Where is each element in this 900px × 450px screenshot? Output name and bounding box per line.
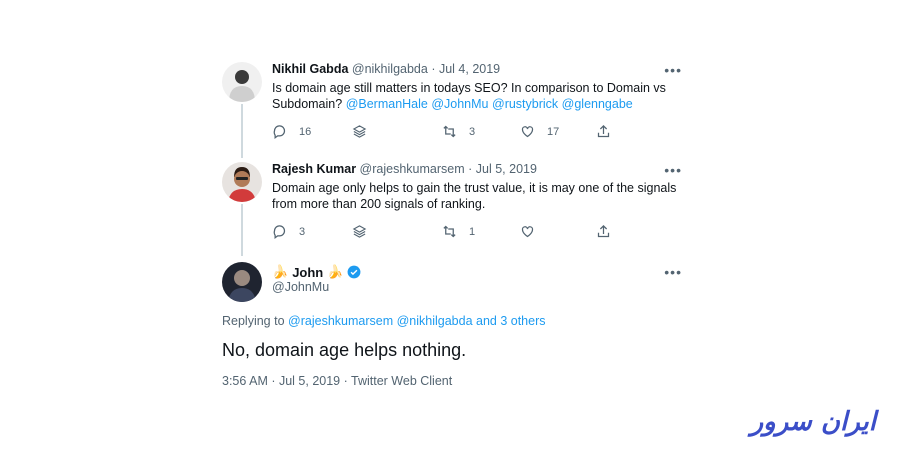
- verified-badge-icon: [348, 265, 361, 279]
- reply-button[interactable]: 3: [272, 224, 305, 239]
- reply-count: 3: [299, 225, 306, 238]
- retweet-icon: [443, 225, 456, 238]
- mention-link[interactable]: @JohnMu: [431, 97, 488, 111]
- reply-icon: [273, 225, 286, 239]
- reply-count: 16: [299, 125, 312, 138]
- avatar[interactable]: [222, 262, 262, 302]
- tweet-date[interactable]: Jul 4, 2019: [439, 62, 500, 76]
- share-button[interactable]: [596, 124, 611, 139]
- tweet-nikhil[interactable]: Nikhil Gabda @nikhilgabda · Jul 4, 2019 …: [222, 62, 682, 142]
- heart-icon: [521, 226, 534, 238]
- tweet-header: Nikhil Gabda @nikhilgabda · Jul 4, 2019: [272, 62, 501, 76]
- layers-icon: [352, 225, 367, 238]
- main-tweet-text: No, domain age helps nothing.: [222, 340, 467, 360]
- banana-emoji: 🍌: [272, 264, 289, 279]
- main-tweet: 🍌 John 🍌 @JohnMu •••: [222, 262, 682, 302]
- share-button[interactable]: [596, 224, 611, 239]
- author-handle[interactable]: @nikhilgabda: [352, 62, 428, 76]
- replying-to: Replying to @rajeshkumarsem @nikhilgabda…: [222, 314, 546, 328]
- author-handle[interactable]: @rajeshkumarsem: [360, 162, 465, 176]
- layers-icon: [352, 125, 367, 138]
- thread-button[interactable]: [352, 224, 367, 239]
- mention-link[interactable]: @BermanHale: [346, 97, 428, 111]
- more-horizontal-icon[interactable]: •••: [664, 264, 682, 280]
- tweet-text: Domain age only helps to gain the trust …: [272, 181, 677, 211]
- retweet-button[interactable]: 3: [442, 124, 475, 139]
- share-icon: [597, 224, 610, 238]
- mention-link[interactable]: @glenngabe: [562, 97, 633, 111]
- replying-to-link[interactable]: @rajeshkumarsem @nikhilgabda and 3 other…: [288, 314, 545, 328]
- retweet-count: 3: [469, 125, 476, 138]
- avatar[interactable]: [222, 62, 262, 102]
- like-count: 17: [547, 125, 560, 138]
- heart-icon: [521, 126, 534, 138]
- retweet-icon: [443, 125, 456, 138]
- thread-button[interactable]: [352, 124, 367, 139]
- retweet-count: 1: [469, 225, 476, 238]
- mention-link[interactable]: @rustybrick: [492, 97, 558, 111]
- author-name[interactable]: Rajesh Kumar: [272, 162, 356, 176]
- tweet-actions: 16 3 17: [272, 124, 622, 140]
- banana-emoji: 🍌: [327, 264, 344, 279]
- avatar[interactable]: [222, 162, 262, 202]
- tweet-rajesh[interactable]: Rajesh Kumar @rajeshkumarsem · Jul 5, 20…: [222, 162, 682, 242]
- share-icon: [597, 124, 610, 138]
- tweet-header: Rajesh Kumar @rajeshkumarsem · Jul 5, 20…: [272, 162, 537, 176]
- like-button[interactable]: [520, 224, 535, 239]
- author-name[interactable]: 🍌 John 🍌: [272, 264, 361, 280]
- tweet-actions: 3 1: [272, 224, 622, 240]
- retweet-button[interactable]: 1: [442, 224, 475, 239]
- tweet-date[interactable]: Jul 5, 2019: [476, 162, 537, 176]
- reply-button[interactable]: 16: [272, 124, 311, 139]
- tweet-header: 🍌 John 🍌 @JohnMu: [272, 264, 361, 294]
- more-horizontal-icon[interactable]: •••: [664, 162, 682, 178]
- tweet-timestamp[interactable]: 3:56 AM · Jul 5, 2019 · Twitter Web Clie…: [222, 374, 452, 388]
- author-handle[interactable]: @JohnMu: [272, 280, 361, 294]
- author-name[interactable]: Nikhil Gabda: [272, 62, 348, 76]
- svg-text:ایران سرور: ایران سرور: [747, 407, 880, 437]
- tweet-text: Is domain age still matters in todays SE…: [272, 81, 666, 111]
- iranserver-logo: ایران سرور: [747, 407, 880, 437]
- more-horizontal-icon[interactable]: •••: [664, 62, 682, 78]
- like-button[interactable]: 17: [520, 124, 559, 139]
- reply-icon: [273, 125, 286, 139]
